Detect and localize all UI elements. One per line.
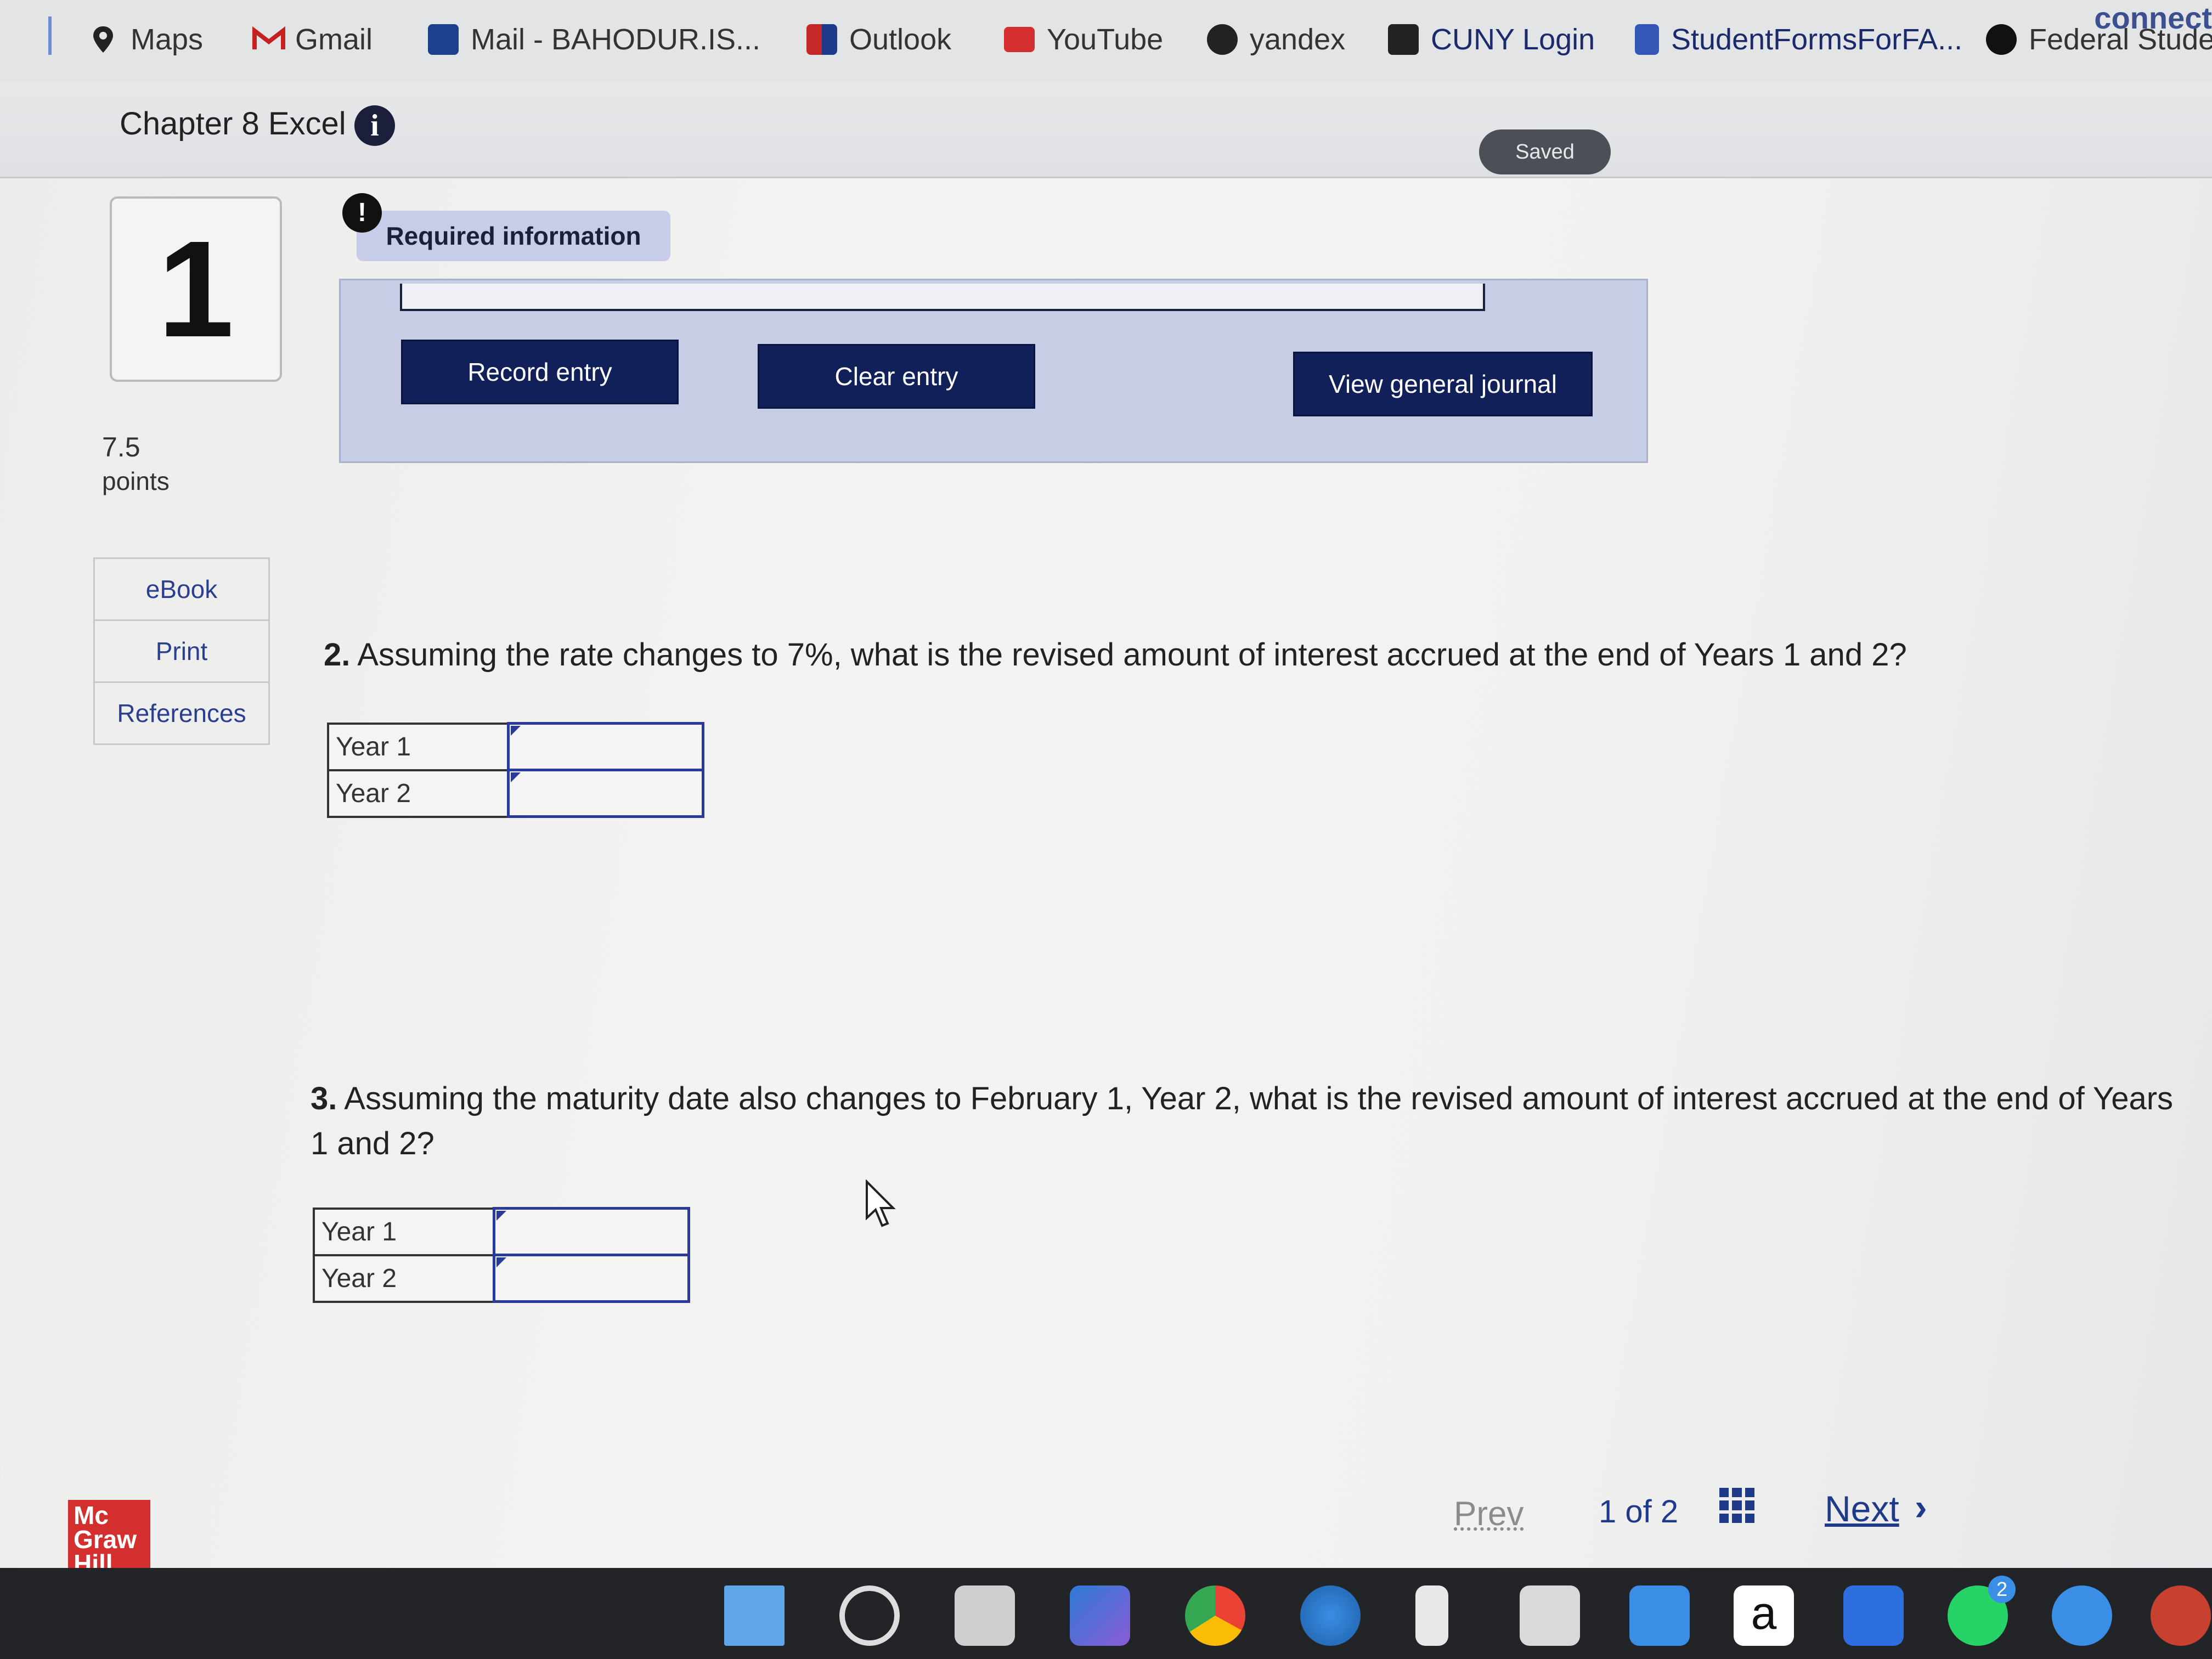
chrome-icon[interactable] (1185, 1585, 1245, 1646)
q3-year-1-input[interactable] (495, 1210, 687, 1254)
resource-links: eBook Print References (93, 557, 270, 745)
table-row: Year 1 (327, 722, 704, 771)
info-icon[interactable]: i (354, 105, 395, 146)
question-3-text: 3. Assuming the maturity date also chang… (311, 1081, 2174, 1161)
prev-button[interactable]: Prev (1454, 1494, 1523, 1533)
discord-icon[interactable] (2052, 1585, 2112, 1646)
q3-year-2-input[interactable] (495, 1256, 687, 1300)
q2-year-2-input-cell[interactable] (507, 769, 704, 818)
points-label: points (102, 467, 170, 495)
whatsapp-icon[interactable]: 2 (1948, 1576, 2016, 1646)
points-value: 7.5 (102, 432, 140, 462)
gmail-icon (252, 24, 285, 55)
page-indicator: 1 of 2 (1599, 1494, 1679, 1530)
q2-year-1-input[interactable] (510, 725, 702, 769)
edge-icon[interactable] (1300, 1585, 1361, 1646)
bookmark-student-forms[interactable]: StudentFormsForFA... (1635, 12, 1962, 67)
question-2-text: 2. Assuming the rate changes to 7%, what… (324, 637, 1907, 673)
connect-brand: connect (2094, 1, 2212, 35)
map-pin-icon (88, 24, 119, 55)
document-icon (1635, 24, 1659, 55)
row-label: Year 1 (313, 1207, 495, 1256)
q2-year-1-input-cell[interactable] (507, 722, 704, 771)
bookmark-outlook[interactable]: Outlook (806, 12, 951, 67)
powerpoint-icon[interactable] (2151, 1585, 2211, 1646)
outlook-mail-icon (428, 24, 459, 55)
bookmarks-bar: Maps Gmail Mail - BAHODUR.IS... Outlook … (0, 0, 2212, 84)
bookmark-yandex[interactable]: yandex (1207, 12, 1345, 67)
mouse-cursor-icon (866, 1180, 896, 1227)
cuny-icon (1388, 24, 1419, 55)
question-grid-icon[interactable] (1719, 1488, 1754, 1523)
row-label: Year 2 (313, 1254, 495, 1303)
dropbox-icon[interactable] (1843, 1585, 1904, 1646)
record-entry-button[interactable]: Record entry (401, 340, 679, 404)
view-general-journal-button[interactable]: View general journal (1293, 352, 1593, 416)
amazon-icon[interactable]: a (1734, 1585, 1794, 1646)
row-label: Year 2 (327, 769, 510, 818)
journal-table-edge (400, 284, 1485, 311)
table-row: Year 1 (313, 1207, 690, 1256)
store-icon[interactable] (1520, 1585, 1580, 1646)
taskbar: a 2 (0, 1568, 2212, 1659)
federal-student-aid-icon (1986, 24, 2017, 55)
saved-status-badge: Saved (1479, 129, 1611, 174)
table-row: Year 2 (313, 1254, 690, 1303)
copilot-icon[interactable] (1070, 1585, 1130, 1646)
outlook-icon (806, 24, 837, 55)
yandex-icon (1207, 24, 1238, 55)
notification-badge: 2 (1988, 1576, 2016, 1603)
bookmark-maps[interactable]: Maps (88, 12, 203, 67)
required-information-tab[interactable]: Required information (357, 211, 670, 261)
row-label: Year 1 (327, 722, 510, 771)
q2-year-2-input[interactable] (510, 771, 702, 815)
search-icon[interactable] (839, 1585, 900, 1646)
mail-icon[interactable] (1629, 1585, 1690, 1646)
assignment-header: Chapter 8 Excel i Saved (0, 82, 2212, 178)
bookmark-youtube[interactable]: YouTube (1004, 12, 1163, 67)
table-row: Year 2 (327, 769, 704, 818)
q3-year-1-input-cell[interactable] (493, 1207, 690, 1256)
print-link[interactable]: Print (95, 621, 268, 683)
bookmark-gmail[interactable]: Gmail (252, 12, 373, 67)
journal-entry-panel: Record entry Clear entry View general jo… (339, 279, 1648, 463)
alert-icon: ! (342, 193, 382, 233)
references-link[interactable]: References (95, 683, 268, 743)
bookmark-mail[interactable]: Mail - BAHODUR.IS... (428, 12, 760, 67)
bookmark-separator (48, 16, 52, 55)
question-3-answer-table: Year 1 Year 2 (313, 1207, 690, 1303)
question-2-answer-table: Year 1 Year 2 (327, 722, 704, 818)
next-button[interactable]: Next (1825, 1488, 1899, 1530)
task-view-icon[interactable] (955, 1585, 1015, 1646)
youtube-icon (1004, 27, 1035, 52)
windows-start-icon[interactable] (724, 1585, 785, 1646)
clear-entry-button[interactable]: Clear entry (758, 344, 1035, 409)
bookmark-cuny[interactable]: CUNY Login (1388, 12, 1595, 67)
ebook-link[interactable]: eBook (95, 559, 268, 621)
chevron-right-icon[interactable]: › (1915, 1486, 1927, 1528)
q3-year-2-input-cell[interactable] (493, 1254, 690, 1303)
snip-tool-icon[interactable] (1415, 1585, 1448, 1646)
assignment-title: Chapter 8 Excel (120, 106, 346, 142)
question-number-box: 1 (110, 196, 282, 382)
